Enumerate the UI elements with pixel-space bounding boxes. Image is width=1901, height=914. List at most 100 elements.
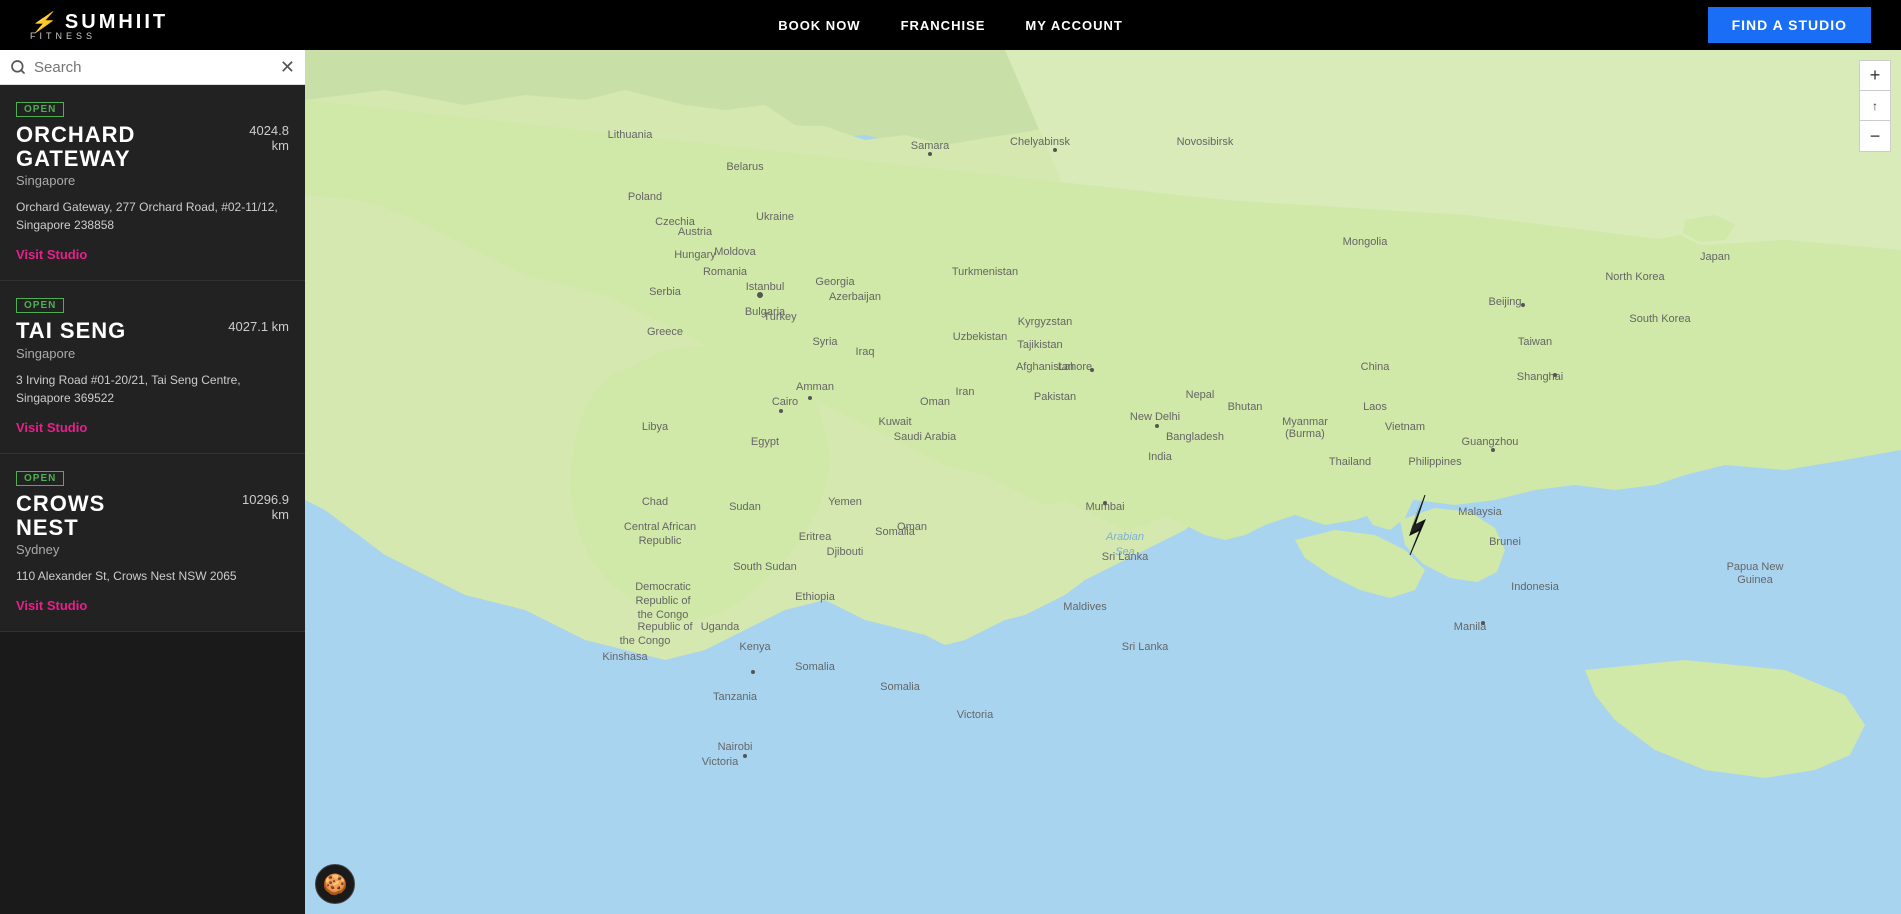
svg-text:Egypt: Egypt [751,436,779,448]
studio-name-taiseng: TAI SENG [16,319,218,343]
search-clear-button[interactable]: ✕ [280,58,295,76]
svg-text:Republic of: Republic of [635,595,691,607]
visit-studio-link-crowsnest[interactable]: Visit Studio [16,598,87,613]
open-badge-crowsnest: OPEN [16,471,64,486]
svg-text:China: China [1361,361,1391,373]
svg-text:Turkey: Turkey [763,311,797,323]
svg-text:Kenya: Kenya [739,641,771,653]
svg-text:Kinshasa: Kinshasa [602,651,648,663]
svg-text:Istanbul: Istanbul [746,281,785,293]
svg-text:Syria: Syria [812,336,838,348]
svg-text:Uganda: Uganda [701,621,740,633]
studio-card-crowsnest: OPEN CROWSNEST 10296.9km Sydney 110 Alex… [0,454,305,632]
studio-address-crowsnest: 110 Alexander St, Crows Nest NSW 2065 [16,567,289,585]
svg-text:Samara: Samara [911,140,950,152]
svg-text:Novosibirsk: Novosibirsk [1177,136,1234,148]
svg-text:Papua New: Papua New [1727,561,1784,573]
svg-text:Belarus: Belarus [726,161,764,173]
find-studio-button[interactable]: FIND A STUDIO [1708,7,1871,43]
map-container[interactable]: Arabian Sea Poland Belarus Czechia Ukrai… [305,50,1901,914]
nav-franchise[interactable]: FRANCHISE [901,18,986,33]
svg-text:Beijing: Beijing [1488,296,1521,308]
card-top-orchard: ORCHARDGATEWAY 4024.8km [16,123,289,171]
sidebar: ✕ OPEN ORCHARDGATEWAY 4024.8km Singapore… [0,50,305,914]
studio-city-taiseng: Singapore [16,346,289,361]
svg-text:Philippines: Philippines [1408,456,1462,468]
studio-card-orchard: OPEN ORCHARDGATEWAY 4024.8km Singapore O… [0,85,305,281]
nav-my-account[interactable]: MY ACCOUNT [1025,18,1122,33]
svg-text:Greece: Greece [647,326,683,338]
visit-studio-link-orchard[interactable]: Visit Studio [16,247,87,262]
card-top-crowsnest: CROWSNEST 10296.9km [16,492,289,540]
studio-address-orchard: Orchard Gateway, 277 Orchard Road, #02-1… [16,198,289,234]
svg-text:Ukraine: Ukraine [756,211,794,223]
svg-text:Iraq: Iraq [856,346,875,358]
svg-text:Indonesia: Indonesia [1511,581,1560,593]
svg-text:Kuwait: Kuwait [878,416,911,428]
studio-distance-orchard: 4024.8km [249,123,289,153]
visit-studio-link-taiseng[interactable]: Visit Studio [16,420,87,435]
zoom-out-button[interactable]: − [1860,121,1890,151]
svg-text:Azerbaijan: Azerbaijan [829,291,881,303]
studio-address-taiseng: 3 Irving Road #01-20/21, Tai Seng Centre… [16,371,289,407]
svg-text:Cairo: Cairo [772,396,798,408]
open-badge-taiseng: OPEN [16,298,64,313]
svg-text:Saudi Arabia: Saudi Arabia [894,431,957,443]
search-input[interactable] [34,59,272,76]
svg-text:Malaysia: Malaysia [1458,506,1502,518]
logo[interactable]: ⚡ SUMHIIT FITNESS [30,10,168,41]
svg-text:Moldova: Moldova [714,246,756,258]
svg-text:Sri Lanka: Sri Lanka [1122,641,1169,653]
svg-text:Bangladesh: Bangladesh [1166,431,1224,443]
svg-text:Republic: Republic [639,535,682,547]
svg-text:Yemen: Yemen [828,496,862,508]
svg-text:India: India [1148,451,1173,463]
zoom-reset-button[interactable]: ↑ [1860,91,1890,121]
svg-text:Arabian: Arabian [1105,531,1144,543]
svg-text:Taiwan: Taiwan [1518,336,1552,348]
svg-text:Sri Lanka: Sri Lanka [1102,551,1149,563]
svg-text:Brunei: Brunei [1489,536,1521,548]
svg-text:Bhutan: Bhutan [1228,401,1263,413]
svg-text:Somalia: Somalia [795,661,836,673]
svg-text:Oman: Oman [920,396,950,408]
svg-text:Republic of: Republic of [637,621,693,633]
svg-text:Japan: Japan [1700,251,1730,263]
svg-text:North Korea: North Korea [1605,271,1665,283]
studio-city-orchard: Singapore [16,173,289,188]
svg-text:Vietnam: Vietnam [1385,421,1425,433]
svg-text:Mongolia: Mongolia [1343,236,1389,248]
svg-text:Thailand: Thailand [1329,456,1371,468]
svg-text:Georgia: Georgia [815,276,855,288]
studio-card-taiseng: OPEN TAI SENG 4027.1 km Singapore 3 Irvi… [0,281,305,453]
svg-text:Uzbekistan: Uzbekistan [953,331,1007,343]
svg-text:Turkmenistan: Turkmenistan [952,266,1018,278]
svg-text:Maldives: Maldives [1063,601,1107,613]
svg-text:Ethiopia: Ethiopia [795,591,836,603]
svg-text:Hungary: Hungary [674,249,716,261]
studio-city-crowsnest: Sydney [16,542,289,557]
svg-text:Chad: Chad [642,496,668,508]
cookie-icon: 🍪 [323,872,348,897]
main-layout: ✕ OPEN ORCHARDGATEWAY 4024.8km Singapore… [0,50,1901,914]
svg-text:Central African: Central African [624,521,696,533]
svg-text:Oman: Oman [897,521,927,533]
zoom-in-button[interactable]: + [1860,61,1890,91]
search-icon [10,59,26,75]
nav-book-now[interactable]: BOOK NOW [778,18,860,33]
svg-text:Serbia: Serbia [649,286,682,298]
svg-text:New Delhi: New Delhi [1130,411,1180,423]
svg-text:Pakistan: Pakistan [1034,391,1076,403]
cookie-consent-button[interactable]: 🍪 [315,864,355,904]
map-controls: + ↑ − [1859,60,1891,152]
open-badge-orchard: OPEN [16,102,64,117]
svg-text:Guangzhou: Guangzhou [1462,436,1519,448]
svg-text:Romania: Romania [703,266,748,278]
svg-text:Nepal: Nepal [1186,389,1215,401]
svg-text:Laos: Laos [1363,401,1387,413]
svg-text:Nairobi: Nairobi [718,741,753,753]
svg-text:Shanghai: Shanghai [1517,371,1564,383]
search-bar: ✕ [0,50,305,85]
studio-distance-taiseng: 4027.1 km [228,319,289,334]
card-top-taiseng: TAI SENG 4027.1 km [16,319,289,343]
